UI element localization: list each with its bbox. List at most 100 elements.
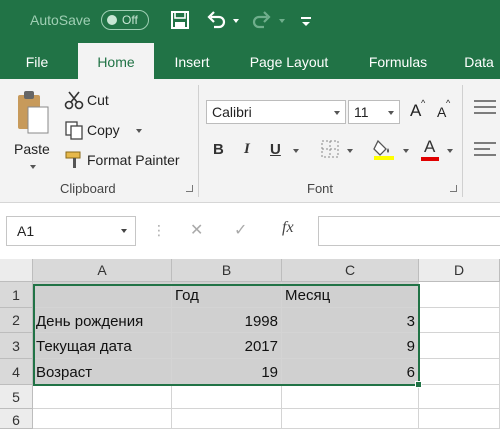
column-header-d[interactable]: D	[419, 259, 500, 282]
undo-icon[interactable]	[205, 9, 227, 31]
underline-button[interactable]: U	[270, 141, 281, 158]
column-header-b[interactable]: B	[172, 259, 282, 282]
save-icon[interactable]	[169, 9, 191, 31]
cell-d4[interactable]	[419, 359, 500, 385]
cell-d3[interactable]	[419, 333, 500, 359]
customize-qat-icon[interactable]	[295, 9, 317, 31]
copy-label[interactable]: Copy	[87, 122, 120, 138]
row-header-4[interactable]: 4	[0, 359, 33, 385]
cut-icon[interactable]	[64, 90, 84, 110]
fill-color-icon[interactable]	[372, 137, 396, 161]
format-painter-label[interactable]: Format Painter	[87, 152, 180, 168]
font-size-value: 11	[354, 104, 369, 120]
copy-icon[interactable]	[64, 120, 84, 140]
row-header-3[interactable]: 3	[0, 333, 33, 359]
cell-b6[interactable]	[172, 409, 282, 429]
fill-color-dropdown-icon[interactable]	[403, 149, 409, 153]
cell-c6[interactable]	[282, 409, 419, 429]
row-header-6[interactable]: 6	[0, 409, 33, 429]
font-color-dropdown-icon[interactable]	[447, 149, 453, 153]
grow-font-button[interactable]: A	[410, 101, 421, 121]
tab-file[interactable]: File	[14, 43, 60, 79]
enter-formula-icon[interactable]: ✓	[234, 220, 247, 240]
cell-b1[interactable]: Год	[172, 282, 282, 308]
fill-handle[interactable]	[415, 381, 422, 388]
row-header-5[interactable]: 5	[0, 385, 33, 409]
font-group-label: Font	[307, 181, 334, 196]
font-size-combo[interactable]: 11	[348, 100, 400, 124]
font-name-combo[interactable]: Calibri	[206, 100, 346, 124]
cancel-formula-icon[interactable]: ✕	[190, 220, 203, 240]
ribbon: Paste Cut Copy Format Painter Clipboard …	[0, 79, 500, 203]
clipboard-group-label: Clipboard	[60, 181, 116, 196]
borders-icon[interactable]	[320, 139, 340, 159]
cell-c4[interactable]: 6	[282, 359, 419, 385]
copy-dropdown-icon[interactable]	[136, 129, 142, 133]
cell-d2[interactable]	[419, 308, 500, 333]
cell-b4[interactable]: 19	[172, 359, 282, 385]
cut-label[interactable]: Cut	[87, 92, 109, 108]
clipboard-launcher-icon[interactable]	[186, 185, 193, 192]
cell-d6[interactable]	[419, 409, 500, 429]
autosave-toggle[interactable]: Off	[101, 10, 149, 30]
formula-input[interactable]	[318, 216, 500, 246]
cell-a3[interactable]: Текущая дата	[33, 333, 172, 359]
align-left-icon[interactable]	[474, 141, 496, 157]
undo-dropdown-icon[interactable]	[233, 19, 239, 23]
cell-b3[interactable]: 2017	[172, 333, 282, 359]
cell-c2[interactable]: 3	[282, 308, 419, 333]
insert-function-icon[interactable]: fx	[282, 219, 294, 237]
bold-button[interactable]: B	[213, 141, 224, 158]
tab-data[interactable]: Data	[458, 43, 500, 79]
cell-a5[interactable]	[33, 385, 172, 409]
cell-d1[interactable]	[419, 282, 500, 308]
cell-a1[interactable]	[33, 282, 172, 308]
font-color-button[interactable]: A	[424, 137, 435, 157]
font-name-dropdown-icon[interactable]	[334, 111, 340, 115]
cell-c1[interactable]: Месяц	[282, 282, 419, 308]
grow-font-arrow-icon: ^	[421, 98, 426, 108]
column-header-c[interactable]: C	[282, 259, 419, 282]
cell-b5[interactable]	[172, 385, 282, 409]
tab-insert[interactable]: Insert	[164, 43, 220, 79]
ribbon-tabs: File Home Insert Page Layout Formulas Da…	[0, 43, 500, 79]
cell-b2[interactable]: 1998	[172, 308, 282, 333]
italic-button[interactable]: I	[244, 141, 250, 158]
autosave-label: AutoSave	[30, 12, 91, 28]
group-divider	[462, 85, 463, 197]
formula-bar: A1 ⋮ ✕ ✓ fx	[0, 203, 500, 259]
toggle-knob	[107, 15, 117, 25]
font-size-dropdown-icon[interactable]	[388, 111, 394, 115]
row-header-1[interactable]: 1	[0, 282, 33, 308]
group-divider	[198, 85, 199, 197]
tab-page-layout[interactable]: Page Layout	[240, 43, 338, 79]
redo-icon[interactable]	[251, 9, 273, 31]
paste-button[interactable]: Paste	[10, 85, 56, 177]
redo-dropdown-icon[interactable]	[279, 19, 285, 23]
tab-formulas[interactable]: Formulas	[358, 43, 438, 79]
name-box-value: A1	[17, 223, 35, 239]
row-header-2[interactable]: 2	[0, 308, 33, 333]
autosave-state: Off	[122, 13, 138, 27]
worksheet-grid: A B C D 1 2 3 4 5 6 Год Месяц День рожде…	[0, 259, 500, 429]
tab-home[interactable]: Home	[78, 43, 154, 79]
select-all-corner[interactable]	[0, 259, 33, 282]
cell-d5[interactable]	[419, 385, 500, 409]
cell-a2[interactable]: День рождения	[33, 308, 172, 333]
underline-dropdown-icon[interactable]	[293, 149, 299, 153]
cell-a4[interactable]: Возраст	[33, 359, 172, 385]
column-header-a[interactable]: A	[33, 259, 172, 282]
paste-label: Paste	[14, 141, 50, 157]
cell-c5[interactable]	[282, 385, 419, 409]
borders-dropdown-icon[interactable]	[347, 149, 353, 153]
format-painter-icon[interactable]	[64, 150, 84, 170]
cell-c3[interactable]: 9	[282, 333, 419, 359]
paste-dropdown-icon	[30, 165, 36, 169]
font-launcher-icon[interactable]	[450, 185, 457, 192]
name-box[interactable]: A1	[6, 216, 136, 246]
align-top-icon[interactable]	[474, 99, 496, 115]
name-box-dropdown-icon[interactable]	[121, 229, 127, 233]
shrink-font-button[interactable]: A	[437, 104, 446, 120]
title-bar: AutoSave Off	[0, 0, 500, 43]
cell-a6[interactable]	[33, 409, 172, 429]
